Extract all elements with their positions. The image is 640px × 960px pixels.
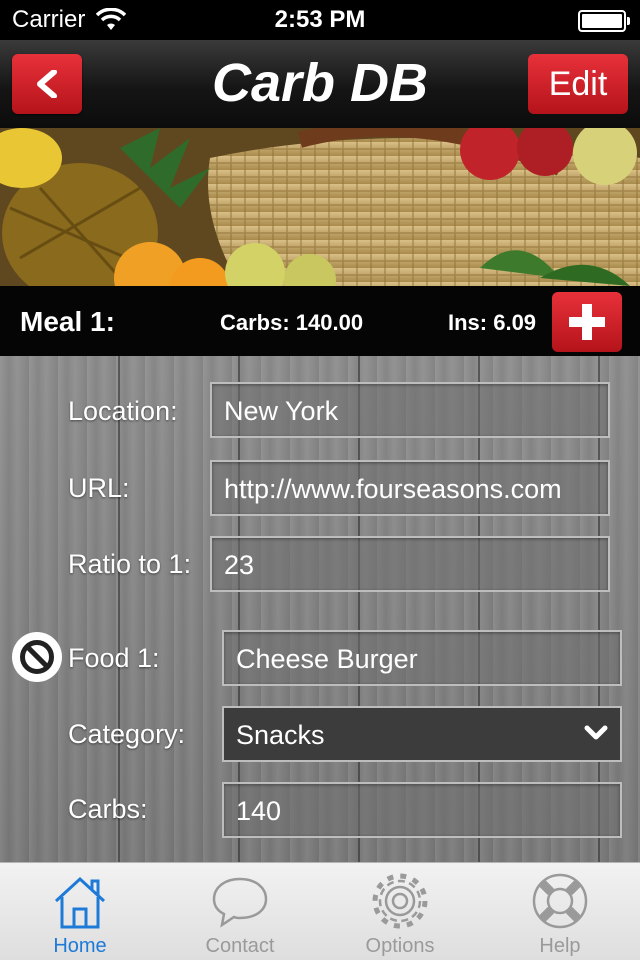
food-label: Food 1: xyxy=(68,643,160,673)
category-label: Category: xyxy=(68,719,186,749)
meal-summary-bar: Meal 1: Carbs: 140.00 Ins: 6.09 xyxy=(0,286,640,356)
ratio-field[interactable]: 23 xyxy=(210,536,610,592)
meal-form: Location: New York URL: http://www.fours… xyxy=(0,356,640,862)
carbs-label: Carbs: xyxy=(68,794,148,824)
tab-options-label: Options xyxy=(365,935,435,957)
tab-help[interactable]: Help xyxy=(480,863,640,960)
tab-options[interactable]: Options xyxy=(320,863,480,960)
chevron-down-icon xyxy=(584,725,608,740)
tab-help-label: Help xyxy=(539,935,581,957)
battery-icon xyxy=(578,10,630,32)
tab-contact-label: Contact xyxy=(205,935,275,957)
home-icon xyxy=(54,876,106,929)
status-bar: Carrier 2:53 PM xyxy=(0,0,640,40)
carbs-total: Carbs: 140.00 xyxy=(220,310,364,335)
tab-bar: Home Contact Options Help xyxy=(0,862,640,960)
tab-home[interactable]: Home xyxy=(0,863,160,960)
category-select[interactable]: Snacks xyxy=(222,706,622,762)
add-food-button[interactable] xyxy=(552,292,622,352)
ratio-label: Ratio to 1: xyxy=(68,549,192,579)
meal-title: Meal 1: xyxy=(20,306,115,337)
fruit-basket-banner-image xyxy=(0,128,640,286)
insulin-total: Ins: 6.09 xyxy=(448,310,537,335)
location-label: Location: xyxy=(68,396,178,426)
url-field[interactable]: http://www.fourseasons.com xyxy=(210,460,610,516)
food-name-field[interactable]: Cheese Burger xyxy=(222,630,622,686)
category-selected-value: Snacks xyxy=(236,720,325,750)
carbs-field[interactable]: 140 xyxy=(222,782,622,838)
edit-button[interactable]: Edit xyxy=(528,54,628,114)
speech-bubble-icon xyxy=(212,877,268,928)
gear-icon xyxy=(372,873,428,929)
url-label: URL: xyxy=(68,473,130,503)
navigation-bar: Carb DB Edit xyxy=(0,40,640,128)
clock-time: 2:53 PM xyxy=(274,6,366,33)
delete-food-icon[interactable] xyxy=(12,632,62,682)
lifebuoy-icon xyxy=(532,873,588,929)
tab-home-label: Home xyxy=(53,935,107,957)
tab-contact[interactable]: Contact xyxy=(160,863,320,960)
location-field[interactable]: New York xyxy=(210,382,610,438)
